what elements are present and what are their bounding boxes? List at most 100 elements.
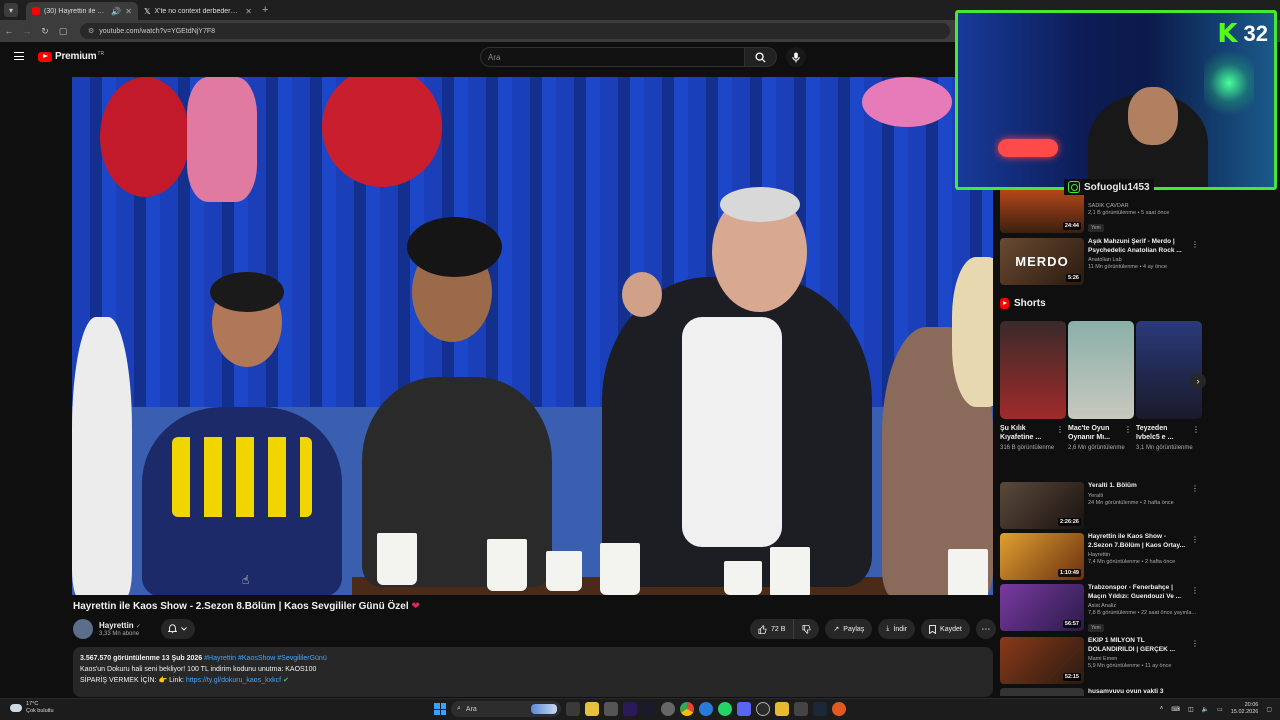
url-field[interactable]: ⚙ youtube.com/watch?v=YGEtdNjY7F8 — [80, 23, 950, 39]
video-thumbnail[interactable]: 56:57 — [1000, 584, 1084, 631]
sidebar-toggle-icon[interactable]: ▢ — [54, 26, 72, 37]
youtube-premium-logo[interactable]: Premium TR — [38, 51, 104, 62]
more-options-icon[interactable]: ⋮ — [1056, 425, 1064, 434]
close-tab-icon[interactable]: ✕ — [245, 7, 252, 16]
reload-icon[interactable]: ↻ — [36, 26, 54, 37]
battery-icon[interactable]: ▭ — [1217, 706, 1223, 713]
more-options-icon[interactable]: ⋮ — [1191, 484, 1199, 493]
short-item[interactable]: Mac'te Oyun Oynanır Mı... 2,6 Mn görüntü… — [1068, 321, 1134, 452]
video-description[interactable]: 3.567.570 görüntülenme 13 Şub 2026 #Hayr… — [73, 647, 993, 697]
save-button[interactable]: Kaydet — [921, 619, 970, 639]
app-icon[interactable] — [832, 702, 846, 716]
notification-bell-button[interactable] — [160, 619, 195, 639]
voice-search-button[interactable] — [786, 47, 806, 67]
more-actions-button[interactable]: ⋯ — [975, 619, 996, 639]
download-button[interactable]: ⤓ İndir — [878, 619, 916, 639]
share-button[interactable]: ↗ Paylaş — [825, 619, 873, 639]
short-item[interactable]: Şu Kılık Kıyafetine ... 316 B görüntülen… — [1000, 321, 1066, 452]
settings-gear-icon[interactable] — [661, 702, 675, 716]
shorts-next-button[interactable]: › — [1190, 373, 1206, 389]
tab-x[interactable]: 𝕏 X'te no context derbederberk ✕ — [138, 2, 258, 20]
video-title[interactable]: EKİP 1 MİLYON TL DOLANDIRILDI | GERÇEK .… — [1088, 637, 1192, 654]
list-item[interactable]: 56:57 Trabzonspor - Fenerbahçe | Maçın Y… — [1000, 584, 1205, 634]
video-thumbnail[interactable]: 2:26:26 — [1000, 482, 1084, 529]
clock[interactable]: 20:06 15.02.2026 — [1231, 702, 1259, 716]
channel-name[interactable]: Yeralti — [1088, 493, 1192, 499]
premiere-icon[interactable] — [623, 702, 637, 716]
short-thumbnail[interactable] — [1000, 321, 1066, 419]
more-options-icon[interactable]: ⋮ — [1192, 425, 1200, 434]
discord-icon[interactable] — [737, 702, 751, 716]
list-item[interactable]: 1:10:49 Hayrettin ile Kaos Show - 2.Sezo… — [1000, 533, 1205, 583]
short-title[interactable]: Şu Kılık Kıyafetine ... — [1000, 424, 1054, 442]
more-options-icon[interactable]: ⋮ — [1191, 586, 1199, 595]
menu-icon[interactable] — [14, 52, 24, 60]
hashtags-link[interactable]: #Hayrettin #KaosShow #SevgililerGünü — [204, 655, 327, 662]
task-view-icon[interactable] — [566, 702, 580, 716]
short-thumbnail[interactable] — [1136, 321, 1202, 419]
folder-icon[interactable] — [775, 702, 789, 716]
tab-search-button[interactable]: ▾ — [4, 3, 18, 17]
edge-icon[interactable] — [699, 702, 713, 716]
search-button[interactable] — [745, 47, 777, 67]
whatsapp-icon[interactable] — [718, 702, 732, 716]
app-icon[interactable] — [642, 702, 656, 716]
channel-name-text[interactable]: Hayrettin — [99, 621, 134, 630]
app-icon[interactable] — [794, 702, 808, 716]
more-options-icon[interactable]: ⋮ — [1124, 425, 1132, 434]
more-options-icon[interactable]: ⋮ — [1191, 240, 1199, 249]
short-title[interactable]: Mac'te Oyun Oynanır Mı... — [1068, 424, 1122, 442]
channel-name[interactable]: Asist Analiz — [1088, 603, 1192, 609]
channel-name[interactable]: Mami Emen — [1088, 656, 1192, 662]
list-item[interactable]: husamvuvu ovun vakti 3 — [1000, 688, 1205, 696]
volume-icon[interactable]: 🔈 — [1202, 706, 1209, 713]
notifications-icon[interactable]: ▢ — [1266, 706, 1272, 713]
xbox-icon[interactable] — [604, 702, 618, 716]
video-thumbnail[interactable]: 52:15 — [1000, 637, 1084, 684]
video-title[interactable]: husamvuvu ovun vakti 3 — [1088, 688, 1192, 696]
list-item[interactable]: 2:26:26 Yeralti 1. Bölüm Yeralti 24 Mn g… — [1000, 482, 1205, 532]
channel-name[interactable]: Hayrettin ✓ — [99, 621, 141, 630]
steam-icon[interactable] — [813, 702, 827, 716]
more-options-icon[interactable]: ⋮ — [1191, 535, 1199, 544]
like-button[interactable]: 72 B — [750, 619, 793, 639]
new-tab-button[interactable]: + — [262, 4, 268, 16]
kick-badge: K 32 — [1217, 21, 1268, 47]
language-icon[interactable]: ⌨ — [1171, 706, 1180, 713]
video-thumbnail[interactable] — [1000, 688, 1084, 696]
search-input[interactable]: Ara — [480, 47, 745, 67]
video-player[interactable] — [72, 77, 993, 595]
video-title[interactable]: Trabzonspor - Fenerbahçe | Maçın Yıldızı… — [1088, 584, 1192, 601]
video-title[interactable]: Yeralti 1. Bölüm — [1088, 482, 1192, 491]
channel-name[interactable]: Anatolian Lab — [1088, 257, 1192, 263]
list-item[interactable]: 52:15 EKİP 1 MİLYON TL DOLANDIRILDI | GE… — [1000, 637, 1205, 687]
video-thumbnail[interactable]: 1:10:49 — [1000, 533, 1084, 580]
channel-name[interactable]: SADIK ÇAVDAR — [1088, 203, 1192, 209]
forward-arrow-icon[interactable]: → — [18, 26, 36, 36]
network-icon[interactable]: ◫ — [1188, 706, 1194, 713]
dislike-button[interactable] — [793, 619, 819, 639]
taskbar-search[interactable]: ⌕ Ara — [451, 701, 561, 717]
chevron-up-icon[interactable]: ˄ — [1160, 706, 1164, 712]
video-title[interactable]: Hayrettin ile Kaos Show - 2.Sezon 7.Bölü… — [1088, 533, 1192, 550]
short-thumbnail[interactable] — [1068, 321, 1134, 419]
more-options-icon[interactable]: ⋮ — [1191, 639, 1199, 648]
list-item[interactable]: MERDO 5:26 Aşık Mahzuni Şerif - Merdo | … — [1000, 238, 1205, 288]
tab-youtube[interactable]: (30) Hayrettin ile Kaos Show 🔊 ✕ — [26, 2, 138, 20]
short-title[interactable]: Teyzeden Ivbelc5 e ... — [1136, 424, 1190, 442]
weather-widget[interactable]: 17°C Çok bulutlu — [10, 701, 54, 715]
file-explorer-icon[interactable] — [585, 702, 599, 716]
video-title[interactable]: Aşık Mahzuni Şerif - Merdo | Psychedelic… — [1088, 238, 1192, 255]
video-thumbnail[interactable]: MERDO 5:26 — [1000, 238, 1084, 285]
channel-avatar[interactable] — [73, 619, 93, 639]
windows-start-icon[interactable] — [434, 703, 446, 715]
close-tab-icon[interactable]: ✕ — [125, 7, 132, 16]
chrome-icon[interactable] — [680, 702, 694, 716]
speaker-icon[interactable]: 🔊 — [111, 7, 121, 16]
order-link[interactable]: https://ty.gl/dokuru_kaos_kxkcf — [186, 677, 281, 684]
coffee-cup — [600, 543, 640, 595]
channel-name[interactable]: Hayrettin — [1088, 552, 1192, 558]
back-arrow-icon[interactable]: ← — [0, 26, 18, 36]
site-info-icon[interactable]: ⚙ — [88, 27, 94, 35]
obs-icon[interactable] — [756, 702, 770, 716]
